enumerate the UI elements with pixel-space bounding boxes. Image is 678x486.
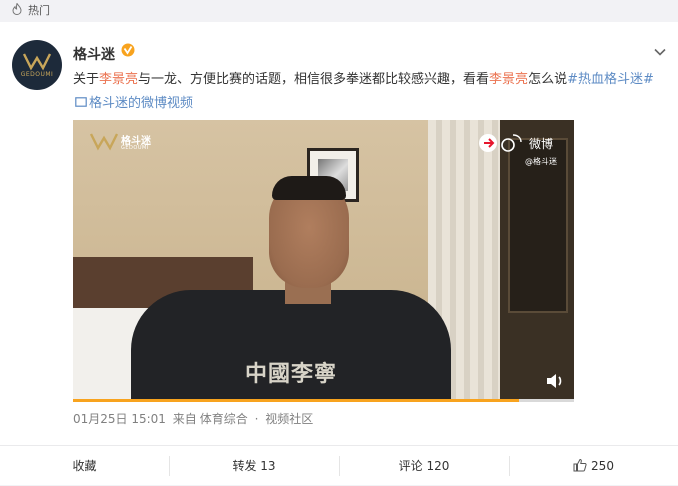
meta-separator: · [254, 412, 259, 426]
video-link[interactable]: 格斗迷的微博视频 [73, 96, 193, 111]
weibo-logo-icon [479, 134, 522, 152]
post-time[interactable]: 01月25日 15:01 [73, 412, 166, 426]
video-progress-fill [73, 399, 519, 402]
weibo-watermark-label: 微博 [529, 137, 554, 151]
mention-li-jingliang[interactable]: 李景亮 [99, 72, 138, 87]
logo-mark-icon [89, 133, 119, 151]
like-count: 250 [591, 459, 614, 473]
favorite-label: 收藏 [72, 459, 97, 473]
watermark-handle: @格斗迷 [525, 157, 557, 166]
top-bar: 热门 [0, 0, 678, 20]
favorite-button[interactable]: 收藏 [0, 446, 169, 486]
post-section[interactable]: 视频社区 [265, 412, 313, 426]
topbar-label: 热门 [28, 4, 50, 17]
mention-li-jingliang-2[interactable]: 李景亮 [489, 72, 528, 87]
post-text: 关于李景亮与一龙、方便比赛的话题，相信很多拳迷都比较感兴趣，看看李景亮怎么说#热… [73, 68, 663, 116]
repost-label: 转发 13 [232, 459, 276, 473]
action-bar: 收藏 转发 13 评论 120 250 [0, 445, 678, 485]
weibo-post-card: GEDOUMI 格斗迷 关于李景亮与一龙、方便比赛的话题，相信很多拳迷都比较感兴… [0, 22, 678, 485]
verified-badge-icon [121, 43, 135, 57]
thumbs-up-icon [573, 458, 587, 472]
volume-icon[interactable] [545, 372, 565, 390]
weibo-watermark: 微博 [477, 132, 567, 154]
post-text-segment: 怎么说 [528, 72, 568, 87]
video-link-icon [75, 97, 87, 107]
video-progress-bar[interactable] [73, 399, 574, 402]
logo-mark-icon [22, 53, 52, 71]
chevron-down-icon[interactable] [652, 44, 668, 60]
post-source[interactable]: 体育综合 [200, 412, 248, 426]
avatar-brand-text: GEDOUMI [20, 71, 54, 78]
video-person-hair [272, 176, 346, 200]
watermark-en: GEDOUMI [121, 145, 149, 151]
video-link-label: 格斗迷的微博视频 [89, 96, 194, 111]
comment-button[interactable]: 评论 120 [339, 446, 509, 486]
post-meta: 01月25日 15:01 来自 体育综合 · 视频社区 [73, 410, 316, 427]
like-button[interactable]: 250 [509, 446, 678, 486]
post-from-label: 来自 [172, 412, 197, 426]
video-shirt-text: 中國李寧 [245, 361, 338, 387]
avatar[interactable]: GEDOUMI [12, 40, 62, 90]
repost-button[interactable]: 转发 13 [169, 446, 339, 486]
comment-label: 评论 120 [398, 459, 450, 473]
hashtag-link[interactable]: #热血格斗迷# [567, 72, 654, 87]
post-text-segment: 与一龙、方便比赛的话题，相信很多拳迷都比较感兴趣，看看 [138, 72, 490, 87]
post-text-segment: 关于 [73, 72, 100, 87]
username[interactable]: 格斗迷 [73, 44, 115, 64]
video-player[interactable]: 中國李寧 格斗迷 GEDOUMI 微博 @格斗迷 [73, 120, 574, 399]
fire-icon [12, 3, 22, 15]
video-watermark-logo: 格斗迷 GEDOUMI [89, 130, 159, 158]
